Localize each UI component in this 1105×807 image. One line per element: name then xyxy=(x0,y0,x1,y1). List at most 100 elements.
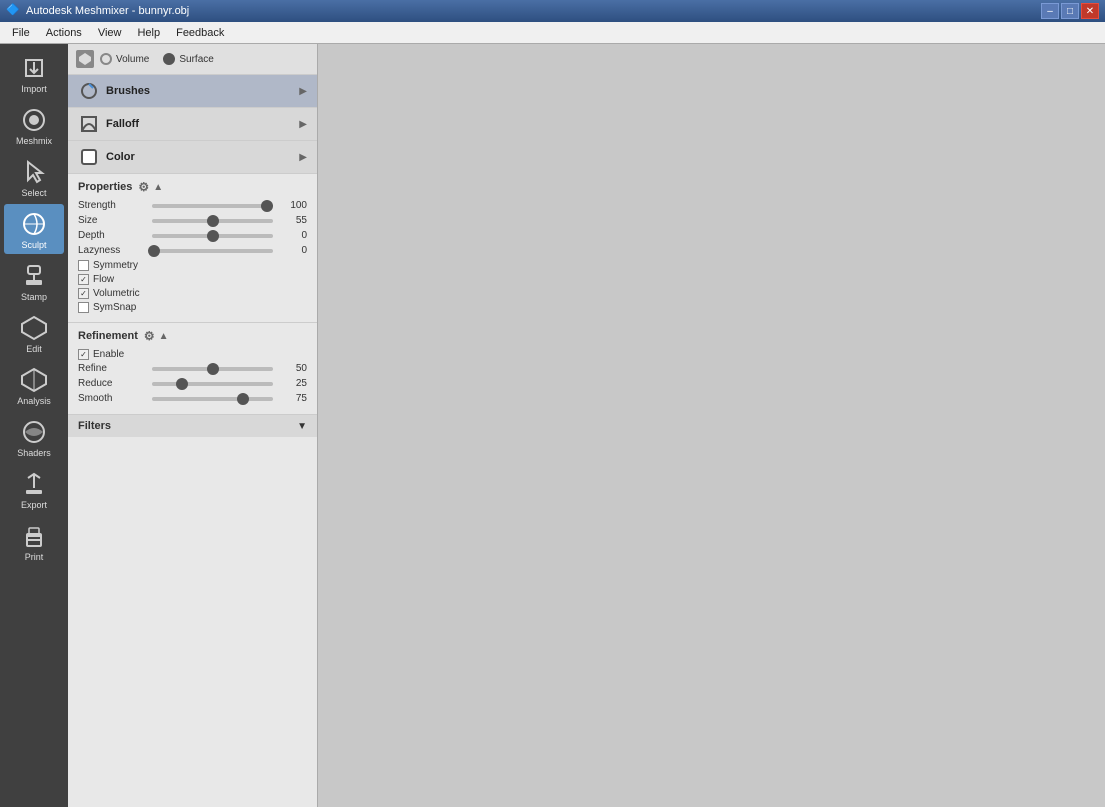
enable-row: ✓ Enable xyxy=(78,349,307,360)
flow-checkbox[interactable]: ✓ xyxy=(78,274,89,285)
depth-value: 0 xyxy=(277,230,307,241)
lazyness-label: Lazyness xyxy=(78,245,148,256)
sidebar-item-meshmix[interactable]: Meshmix xyxy=(4,100,64,150)
size-slider[interactable] xyxy=(152,219,273,223)
main-layout: Import Meshmix Select xyxy=(0,44,1105,807)
strength-slider[interactable] xyxy=(152,204,273,208)
strength-value: 100 xyxy=(277,200,307,211)
window-controls: – □ ✕ xyxy=(1041,3,1099,19)
enable-label: Enable xyxy=(93,349,124,360)
menu-feedback[interactable]: Feedback xyxy=(168,25,232,41)
refinement-title: Refinement xyxy=(78,330,138,342)
volumetric-checkbox[interactable]: ✓ xyxy=(78,288,89,299)
size-thumb[interactable] xyxy=(207,215,219,227)
menu-file[interactable]: File xyxy=(4,25,38,41)
import-label: Import xyxy=(21,84,47,94)
refine-row: Refine 50 xyxy=(78,363,307,374)
properties-gear-icon[interactable]: ⚙ xyxy=(138,180,149,194)
brushes-arrow: ▶ xyxy=(299,86,307,97)
maximize-button[interactable]: □ xyxy=(1061,3,1079,19)
color-label: Color xyxy=(106,151,293,163)
filters-label: Filters xyxy=(78,420,111,432)
strength-thumb[interactable] xyxy=(261,200,273,212)
size-label: Size xyxy=(78,215,148,226)
refine-value: 50 xyxy=(277,363,307,374)
lazyness-slider[interactable] xyxy=(152,249,273,253)
reduce-thumb[interactable] xyxy=(176,378,188,390)
smooth-thumb[interactable] xyxy=(237,393,249,405)
select-label: Select xyxy=(21,188,46,198)
smooth-value: 75 xyxy=(277,393,307,404)
depth-thumb[interactable] xyxy=(207,230,219,242)
refinement-header: Refinement ⚙ ▲ xyxy=(78,329,307,343)
sidebar-item-analysis[interactable]: Analysis xyxy=(4,360,64,410)
menu-help[interactable]: Help xyxy=(129,25,168,41)
falloff-label: Falloff xyxy=(106,118,293,130)
symsnap-label: SymSnap xyxy=(93,302,136,313)
symsnap-row: SymSnap xyxy=(78,302,307,313)
export-icon xyxy=(18,468,50,500)
falloff-row[interactable]: Falloff ▶ xyxy=(68,108,317,140)
symmetry-row: Symmetry xyxy=(78,260,307,271)
sidebar-item-print[interactable]: Print xyxy=(4,516,64,566)
stamp-label: Stamp xyxy=(21,292,47,302)
shaders-icon xyxy=(18,416,50,448)
lazyness-thumb[interactable] xyxy=(148,245,160,257)
shaders-label: Shaders xyxy=(17,448,51,458)
panel-area: Volume Surface Brushes ▶ xyxy=(68,44,318,807)
reduce-slider[interactable] xyxy=(152,382,273,386)
sidebar-item-stamp[interactable]: Stamp xyxy=(4,256,64,306)
sidebar-item-select[interactable]: Select xyxy=(4,152,64,202)
edit-icon xyxy=(18,312,50,344)
menu-actions[interactable]: Actions xyxy=(38,25,90,41)
refinement-gear-icon[interactable]: ⚙ xyxy=(144,329,155,343)
refine-thumb[interactable] xyxy=(207,363,219,375)
volume-radio[interactable]: Volume xyxy=(100,53,149,65)
sidebar-item-export[interactable]: Export xyxy=(4,464,64,514)
export-label: Export xyxy=(21,500,47,510)
symmetry-label: Symmetry xyxy=(93,260,138,271)
volume-radio-circle xyxy=(100,53,112,65)
properties-header: Properties ⚙ ▲ xyxy=(78,180,307,194)
sidebar-item-sculpt[interactable]: Sculpt xyxy=(4,204,64,254)
volume-icon xyxy=(76,50,94,68)
strength-label: Strength xyxy=(78,200,148,211)
color-icon xyxy=(78,146,100,168)
symsnap-checkbox[interactable] xyxy=(78,302,89,313)
flow-label: Flow xyxy=(93,274,114,285)
properties-collapse-icon[interactable]: ▲ xyxy=(153,182,163,193)
smooth-row: Smooth 75 xyxy=(78,393,307,404)
size-row: Size 55 xyxy=(78,215,307,226)
sidebar-item-edit[interactable]: Edit xyxy=(4,308,64,358)
enable-checkbox[interactable]: ✓ xyxy=(78,349,89,360)
refinement-collapse-icon[interactable]: ▲ xyxy=(159,331,169,342)
volume-label: Volume xyxy=(116,54,149,65)
lazyness-value: 0 xyxy=(277,245,307,256)
symmetry-checkbox[interactable] xyxy=(78,260,89,271)
brushes-label: Brushes xyxy=(106,85,293,97)
close-button[interactable]: ✕ xyxy=(1081,3,1099,19)
flow-row: ✓ Flow xyxy=(78,274,307,285)
filters-arrow-icon: ▼ xyxy=(297,421,307,432)
refine-slider[interactable] xyxy=(152,367,273,371)
brushes-section: Brushes ▶ xyxy=(68,75,317,108)
title-bar: 🔷 Autodesk Meshmixer - bunnyr.obj – □ ✕ xyxy=(0,0,1105,22)
sidebar-item-shaders[interactable]: Shaders xyxy=(4,412,64,462)
refine-label: Refine xyxy=(78,363,148,374)
menu-view[interactable]: View xyxy=(90,25,130,41)
surface-radio-circle xyxy=(163,53,175,65)
color-row[interactable]: Color ▶ xyxy=(68,141,317,173)
depth-row: Depth 0 xyxy=(78,230,307,241)
surface-radio[interactable]: Surface xyxy=(163,53,213,65)
left-sidebar: Import Meshmix Select xyxy=(0,44,68,807)
brushes-row[interactable]: Brushes ▶ xyxy=(68,75,317,107)
properties-title: Properties xyxy=(78,181,132,193)
analysis-icon xyxy=(18,364,50,396)
smooth-label: Smooth xyxy=(78,393,148,404)
sidebar-item-import[interactable]: Import xyxy=(4,48,64,98)
minimize-button[interactable]: – xyxy=(1041,3,1059,19)
sculpt-icon xyxy=(18,208,50,240)
filters-row[interactable]: Filters ▼ xyxy=(68,414,317,437)
depth-slider[interactable] xyxy=(152,234,273,238)
smooth-slider[interactable] xyxy=(152,397,273,401)
